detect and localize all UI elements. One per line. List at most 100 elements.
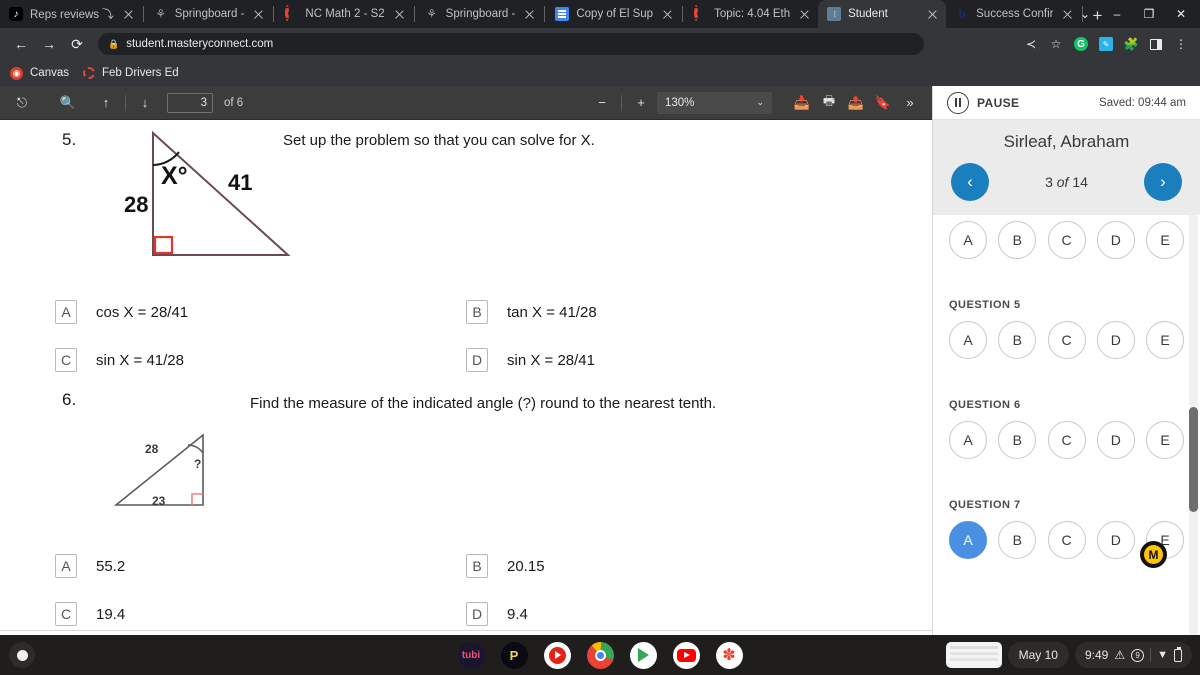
back-icon[interactable]: ← [8,31,34,57]
tab-divider [544,6,546,22]
previous-question-button[interactable]: ‹ [951,163,989,201]
close-icon[interactable] [121,7,136,22]
browser-tab-4[interactable]: Copy of El Sup [546,0,681,28]
bubble-b[interactable]: B [998,521,1037,559]
bubble-e[interactable]: E [1146,321,1184,359]
chrome-menu-icon[interactable]: ⋮ [1170,33,1192,55]
bubble-b[interactable]: B [998,221,1037,259]
bubble-d[interactable]: D [1096,321,1135,359]
date-display[interactable]: May 10 [1007,642,1069,668]
bookmark-icon[interactable]: 🔖 [871,91,895,115]
pluto-tv-app-icon[interactable]: P [500,641,528,669]
grammarly-extension-icon[interactable]: G [1070,33,1092,55]
question-6-option-b[interactable]: B 20.15 [466,554,545,578]
reload-icon[interactable]: ⟳ [64,31,90,57]
close-icon[interactable] [392,7,407,22]
next-question-button[interactable]: › [1144,163,1182,201]
browser-tab-2[interactable]: NC Math 2 - S2 [275,0,412,28]
status-tray[interactable]: 9:49 ⚠ 9 ▼ [1074,642,1192,668]
pdf-sidebar-icon[interactable]: ⎋ [10,91,34,115]
browser-tab-student-active[interactable]: ⁝ Student [818,0,947,28]
question-6-number: 6. [62,390,77,409]
ring-icon [284,5,298,21]
pause-button[interactable]: PAUSE [947,91,1019,114]
zoom-controls: − + 130% ⌄ [590,91,772,115]
bubble-d[interactable]: D [1096,421,1135,459]
question-6-option-d[interactable]: D 9.4 [466,602,528,626]
bookmark-feb-drivers-ed[interactable]: Feb Drivers Ed [83,67,179,79]
search-icon[interactable]: 🔍 [56,91,80,115]
close-icon[interactable] [251,7,266,22]
close-icon[interactable] [797,7,812,22]
close-window-button[interactable]: ✕ [1166,0,1196,28]
zoom-level-select[interactable]: 130% ⌄ [657,91,772,114]
question-6-side-hypotenuse: 28 [145,442,159,456]
google-photos-app-icon[interactable]: ✽ [715,641,743,669]
bubble-e[interactable]: E [1146,421,1184,459]
browser-tab-5[interactable]: Topic: 4.04 Eth [684,0,818,28]
bubble-b[interactable]: B [998,321,1037,359]
bubble-a[interactable]: A [949,321,987,359]
forward-icon[interactable]: → [36,31,62,57]
side-panel-icon[interactable] [1145,33,1167,55]
browser-tab-7[interactable]: b Success Confir [946,0,1081,28]
save-icon[interactable]: 📥 [790,91,814,115]
option-letter-box: D [466,348,488,372]
previous-page-icon[interactable]: ↑ [94,91,118,115]
browser-tab-0[interactable]: ♪ Reps reviews ⤵ [0,0,142,28]
youtube-app-icon[interactable] [672,641,700,669]
bookmark-label: Feb Drivers Ed [102,67,179,79]
next-page-icon[interactable]: ↓ [133,91,157,115]
zoom-in-button[interactable]: + [629,91,653,115]
youtube-music-app-icon[interactable] [543,641,571,669]
chrome-app-icon[interactable] [586,641,614,669]
extensions-puzzle-icon[interactable]: 🧩 [1120,33,1142,55]
print-icon[interactable]: 🖶 [817,91,841,115]
bubble-a[interactable]: A [949,521,987,559]
star-icon[interactable]: ☆ [1045,33,1067,55]
kami-extension-icon[interactable]: ✎ [1095,33,1117,55]
google-play-app-icon[interactable] [629,641,657,669]
address-bar[interactable]: 🔒 student.masteryconnect.com [98,33,924,55]
bubble-d[interactable]: D [1096,221,1135,259]
question-6-option-a[interactable]: A 55.2 [55,554,125,578]
option-text: sin X = 28/41 [507,351,595,369]
bubble-c[interactable]: C [1047,421,1086,459]
question-5-option-a[interactable]: A cos X = 28/41 [55,300,188,324]
question-5-option-d[interactable]: D sin X = 28/41 [466,348,595,372]
sidebar-scrollbar-thumb[interactable] [1189,407,1198,512]
share-icon[interactable]: ≺ [1020,33,1042,55]
option-text: 9.4 [507,605,528,623]
bookmark-canvas[interactable]: ◉ Canvas [10,66,69,80]
pdf-viewer-toolbar: ⎋ 🔍 ↑ ↓ 3 of 6 − + 130% ⌄ 📥 🖶 📤 🔖 » [0,86,932,120]
more-tools-icon[interactable]: » [898,91,922,115]
bubble-a[interactable]: A [949,221,987,259]
bubble-e[interactable]: E [1146,221,1184,259]
close-icon[interactable] [522,7,537,22]
bubble-c[interactable]: C [1047,221,1086,259]
tab-search-icon[interactable]: ⌄ [1070,0,1100,28]
bubble-c[interactable]: C [1047,321,1086,359]
question-5-option-c[interactable]: C sin X = 41/28 [55,348,184,372]
tubi-app-icon[interactable]: tubi [457,641,485,669]
answer-bubbles-list[interactable]: A B C D E QUESTION 5 A B C D E QUESTION … [933,215,1200,675]
divider [125,94,126,111]
browser-tab-3[interactable]: ⚘ Springboard - [416,0,544,28]
bubble-a[interactable]: A [949,421,987,459]
bubble-c[interactable]: C [1047,521,1086,559]
page-number-input[interactable]: 3 [167,92,213,113]
close-icon[interactable] [925,7,940,22]
minimize-button[interactable]: – [1102,0,1132,28]
window-preview[interactable] [945,642,1002,668]
zoom-out-button[interactable]: − [590,91,614,115]
close-icon[interactable] [660,7,675,22]
maximize-button[interactable]: ❐ [1134,0,1164,28]
browser-tab-1[interactable]: ⚘ Springboard - [145,0,273,28]
mastery-badge-icon[interactable]: M [1140,541,1167,568]
bubble-d[interactable]: D [1096,521,1135,559]
question-5-option-b[interactable]: B tan X = 41/28 [466,300,597,324]
download-icon[interactable]: 📤 [844,91,868,115]
student-icon: ⁝ [827,7,842,21]
bubble-b[interactable]: B [998,421,1037,459]
question-6-option-c[interactable]: C 19.4 [55,602,125,626]
